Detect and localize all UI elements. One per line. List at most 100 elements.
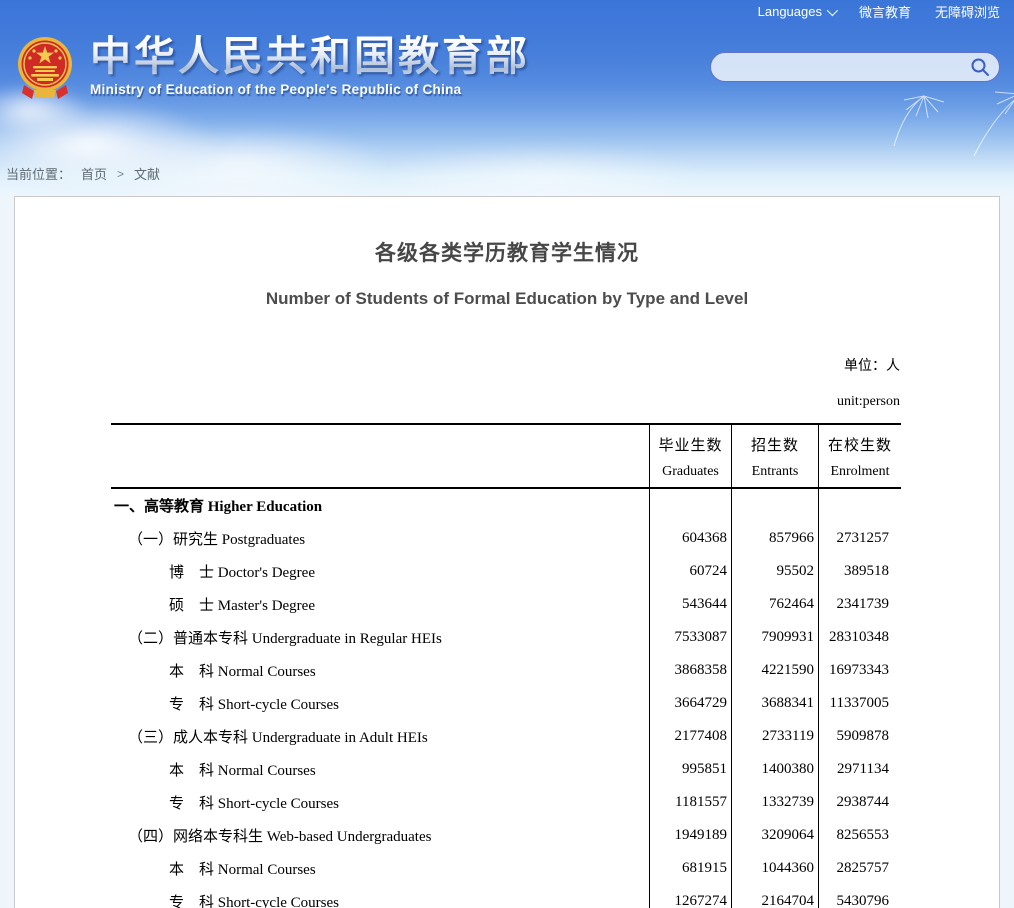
breadcrumb-prefix: 当前位置： bbox=[6, 164, 71, 183]
row-value: 3209064 bbox=[731, 819, 818, 852]
table-row: 专 科 Short-cycle Courses 3664729 3688341 … bbox=[111, 687, 901, 720]
site-title-cn: 中华人民共和国教育部 bbox=[90, 35, 530, 78]
row-value: 857966 bbox=[731, 522, 818, 555]
row-value: 5909878 bbox=[818, 720, 901, 753]
row-value: 1949189 bbox=[649, 819, 731, 852]
row-value: 1181557 bbox=[649, 786, 731, 819]
column-header-enrolment: 在校生数 Enrolment bbox=[818, 425, 901, 487]
row-label: 本 科 Normal Courses bbox=[111, 654, 649, 687]
dandelion-decoration bbox=[824, 86, 1014, 196]
row-value: 3688341 bbox=[731, 687, 818, 720]
search-input[interactable] bbox=[725, 60, 969, 75]
row-value: 95502 bbox=[731, 555, 818, 588]
column-header-entrants: 招生数 Entrants bbox=[731, 425, 818, 487]
table-row: 专 科 Short-cycle Courses 1181557 1332739 … bbox=[111, 786, 901, 819]
row-value: 3664729 bbox=[649, 687, 731, 720]
table-row: （二）普通本专科 Undergraduate in Regular HEIs 7… bbox=[111, 621, 901, 654]
languages-menu[interactable]: Languages bbox=[758, 4, 835, 19]
row-value: 543644 bbox=[649, 588, 731, 621]
table-row: 博 士 Doctor's Degree 60724 95502 389518 bbox=[111, 555, 901, 588]
row-value: 60724 bbox=[649, 555, 731, 588]
table-body: 一、高等教育 Higher Education （一）研究生 Postgradu… bbox=[111, 489, 901, 908]
column-label-en: Enrolment bbox=[830, 464, 889, 480]
table-row: 本 科 Normal Courses 995851 1400380 297113… bbox=[111, 753, 901, 786]
row-value: 2971134 bbox=[818, 753, 901, 786]
row-value: 16973343 bbox=[818, 654, 901, 687]
weiyan-education-link[interactable]: 微言教育 bbox=[859, 2, 911, 21]
row-label: （一）研究生 Postgraduates bbox=[111, 522, 649, 555]
row-label: 硕 士 Master's Degree bbox=[111, 588, 649, 621]
languages-label: Languages bbox=[758, 4, 822, 19]
row-value: 1044360 bbox=[731, 852, 818, 885]
statistics-table: 毕业生数 Graduates 招生数 Entrants 在校生数 Enrolme… bbox=[111, 423, 901, 908]
row-label: 专 科 Short-cycle Courses bbox=[111, 687, 649, 720]
row-value: 28310348 bbox=[818, 621, 901, 654]
row-label: 本 科 Normal Courses bbox=[111, 753, 649, 786]
national-emblem-logo[interactable] bbox=[16, 33, 74, 108]
row-value: 7533087 bbox=[649, 621, 731, 654]
row-label: 本 科 Normal Courses bbox=[111, 852, 649, 885]
row-value bbox=[649, 489, 731, 522]
row-value: 8256553 bbox=[818, 819, 901, 852]
unit-note-en: unit:person bbox=[15, 394, 999, 410]
table-row: （一）研究生 Postgraduates 604368 857966 27312… bbox=[111, 522, 901, 555]
row-value: 2938744 bbox=[818, 786, 901, 819]
column-header-graduates: 毕业生数 Graduates bbox=[649, 425, 731, 487]
document-title-cn: 各级各类学历教育学生情况 bbox=[15, 237, 999, 267]
table-header-stub bbox=[111, 425, 649, 487]
table-row: 一、高等教育 Higher Education bbox=[111, 489, 901, 522]
row-value: 4221590 bbox=[731, 654, 818, 687]
row-label: 专 科 Short-cycle Courses bbox=[111, 786, 649, 819]
row-value: 389518 bbox=[818, 555, 901, 588]
row-value: 3868358 bbox=[649, 654, 731, 687]
row-value: 2731257 bbox=[818, 522, 901, 555]
row-label: 专 科 Short-cycle Courses bbox=[111, 885, 649, 908]
row-value: 11337005 bbox=[818, 687, 901, 720]
row-value: 2341739 bbox=[818, 588, 901, 621]
column-label-en: Graduates bbox=[662, 464, 719, 480]
row-value: 2733119 bbox=[731, 720, 818, 753]
row-value: 1400380 bbox=[731, 753, 818, 786]
breadcrumb-home-link[interactable]: 首页 bbox=[81, 164, 107, 183]
row-value bbox=[818, 489, 901, 522]
table-row: 本 科 Normal Courses 3868358 4221590 16973… bbox=[111, 654, 901, 687]
row-value: 2177408 bbox=[649, 720, 731, 753]
row-value: 5430796 bbox=[818, 885, 901, 908]
row-label: 博 士 Doctor's Degree bbox=[111, 555, 649, 588]
accessibility-link[interactable]: 无障碍浏览 bbox=[935, 2, 1000, 21]
row-value bbox=[731, 489, 818, 522]
chevron-down-icon bbox=[827, 4, 838, 15]
row-label: （四）网络本专科生 Web-based Undergraduates bbox=[111, 819, 649, 852]
unit-note-cn: 单位：人 bbox=[15, 355, 999, 375]
row-value: 1267274 bbox=[649, 885, 731, 908]
breadcrumb-separator: > bbox=[117, 167, 124, 181]
page: Languages 微言教育 无障碍浏览 bbox=[0, 0, 1014, 908]
row-value: 1332739 bbox=[731, 786, 818, 819]
table-row: 专 科 Short-cycle Courses 1267274 2164704 … bbox=[111, 885, 901, 908]
table-row: 本 科 Normal Courses 681915 1044360 282575… bbox=[111, 852, 901, 885]
table-row: 硕 士 Master's Degree 543644 762464 234173… bbox=[111, 588, 901, 621]
document-title-en: Number of Students of Formal Education b… bbox=[15, 289, 999, 309]
row-value: 995851 bbox=[649, 753, 731, 786]
column-label-en: Entrants bbox=[752, 464, 799, 480]
row-value: 7909931 bbox=[731, 621, 818, 654]
row-value: 681915 bbox=[649, 852, 731, 885]
row-value: 2164704 bbox=[731, 885, 818, 908]
row-label: 一、高等教育 Higher Education bbox=[111, 489, 649, 522]
breadcrumb-current-link[interactable]: 文献 bbox=[134, 164, 160, 183]
site-title-en: Ministry of Education of the People's Re… bbox=[90, 82, 530, 97]
table-header: 毕业生数 Graduates 招生数 Entrants 在校生数 Enrolme… bbox=[111, 423, 901, 489]
row-label: （二）普通本专科 Undergraduate in Regular HEIs bbox=[111, 621, 649, 654]
brand-text: 中华人民共和国教育部 Ministry of Education of the … bbox=[90, 33, 530, 108]
search-icon[interactable] bbox=[969, 56, 991, 78]
row-label: （三）成人本专科 Undergraduate in Adult HEIs bbox=[111, 720, 649, 753]
brand: 中华人民共和国教育部 Ministry of Education of the … bbox=[16, 33, 530, 108]
search-box bbox=[710, 52, 1000, 82]
site-header: Languages 微言教育 无障碍浏览 bbox=[0, 0, 1014, 196]
table-row: （三）成人本专科 Undergraduate in Adult HEIs 217… bbox=[111, 720, 901, 753]
document-panel: 各级各类学历教育学生情况 Number of Students of Forma… bbox=[14, 196, 1000, 908]
breadcrumb: 当前位置： 首页 > 文献 bbox=[6, 164, 160, 183]
top-links: Languages 微言教育 无障碍浏览 bbox=[758, 2, 1000, 21]
row-value: 604368 bbox=[649, 522, 731, 555]
column-label-cn: 毕业生数 bbox=[658, 434, 722, 455]
